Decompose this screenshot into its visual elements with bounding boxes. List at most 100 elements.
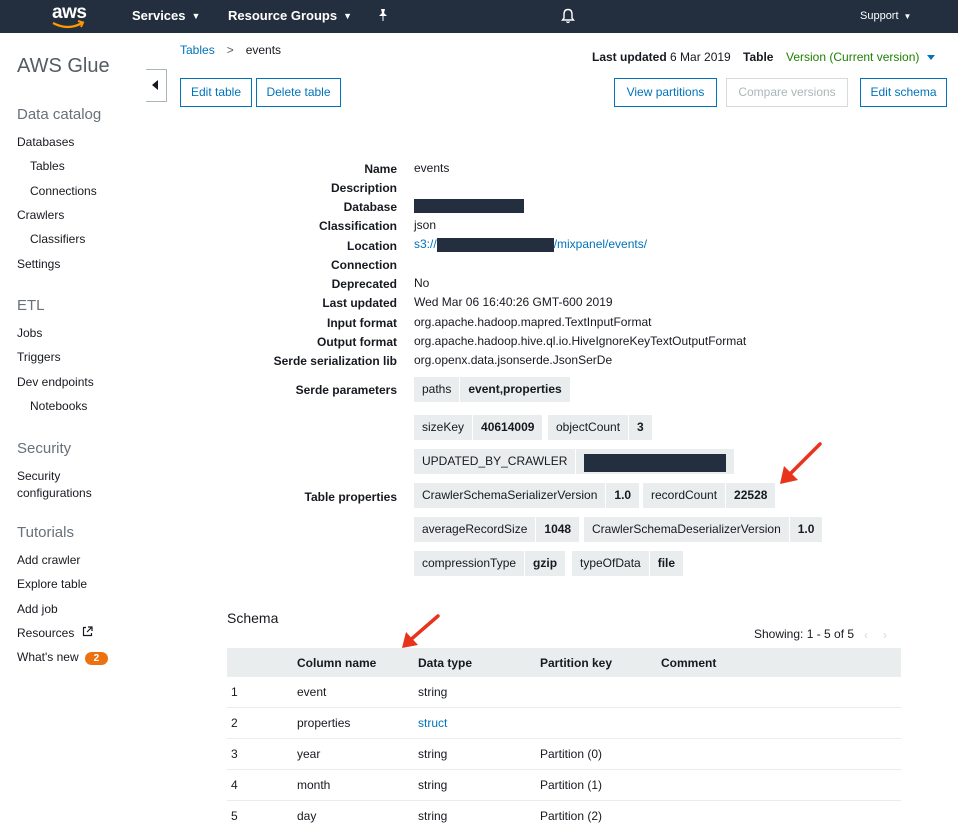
row-number: 5 xyxy=(231,809,238,823)
resource-groups-label: Resource Groups xyxy=(228,8,338,23)
location-suffix: /mixpanel/events/ xyxy=(553,237,648,251)
row-number: 1 xyxy=(231,685,238,699)
sidebar-item-add-job[interactable]: Add job xyxy=(17,602,58,616)
chip-value-redacted xyxy=(575,449,734,474)
column-header[interactable]: Data type xyxy=(418,656,472,670)
edit-schema-button[interactable]: Edit schema xyxy=(860,78,947,107)
chevron-left-icon[interactable]: ‹ xyxy=(864,628,868,642)
detail-value-deprecated: No xyxy=(414,276,430,290)
edit-table-button[interactable]: Edit table xyxy=(180,78,252,107)
delete-table-button[interactable]: Delete table xyxy=(256,78,341,107)
row-number: 4 xyxy=(231,778,238,792)
aws-logo[interactable]: aws xyxy=(52,2,87,30)
cell-partition-key: Partition (0) xyxy=(540,747,603,761)
detail-value-classification: json xyxy=(414,218,437,232)
breadcrumb-tables-link[interactable]: Tables xyxy=(180,43,215,57)
table-prop-chip: CrawlerSchemaSerializerVersion 1.0 xyxy=(414,483,640,508)
detail-value-name: events xyxy=(414,161,450,175)
detail-label: Last updated xyxy=(322,296,397,310)
column-header[interactable]: Partition key xyxy=(540,656,612,670)
resource-groups-menu[interactable]: Resource Groups ▼ xyxy=(228,8,352,23)
section-tutorials: Tutorials xyxy=(17,524,74,541)
detail-label: Serde serialization lib xyxy=(273,354,397,368)
detail-label: Table properties xyxy=(304,490,397,504)
section-etl: ETL xyxy=(17,297,45,314)
sidebar-item-label: Resources xyxy=(17,626,75,640)
sidebar-item-add-crawler[interactable]: Add crawler xyxy=(17,553,80,567)
aws-smile-icon xyxy=(52,20,85,29)
sidebar-item-explore-table[interactable]: Explore table xyxy=(17,577,87,591)
sidebar-item-security-configurations[interactable]: Security configurations xyxy=(17,469,92,500)
version-dropdown[interactable]: Version (Current version) xyxy=(786,50,936,64)
table-row: 2 properties struct xyxy=(227,708,901,739)
chip-value: 1.0 xyxy=(605,483,639,508)
cell-column-name: day xyxy=(297,809,317,823)
sidebar-item-label: configurations xyxy=(17,486,92,500)
detail-value-serde-lib: org.openx.data.jsonserde.JsonSerDe xyxy=(414,353,613,367)
chip-value: 1.0 xyxy=(788,517,823,542)
table-row: 1 event string xyxy=(227,677,901,708)
pagination-summary: Showing: 1 - 5 of 5 xyxy=(754,627,855,641)
external-link-icon xyxy=(82,626,93,637)
chip-key: paths xyxy=(422,382,452,396)
service-title: AWS Glue xyxy=(17,55,110,77)
detail-value-location-link[interactable]: s3:// /mixpanel/events/ xyxy=(414,237,647,252)
table-prop-chip: averageRecordSize 1048 xyxy=(414,517,580,542)
bell-icon[interactable] xyxy=(561,8,575,27)
sidebar-item-resources[interactable]: Resources xyxy=(17,626,93,640)
cell-column-name: event xyxy=(297,685,327,699)
chip-key: UPDATED_BY_CRAWLER xyxy=(422,454,568,468)
sidebar-item-connections[interactable]: Connections xyxy=(30,184,97,198)
sidebar: AWS Glue Data catalog Databases Tables C… xyxy=(0,33,145,832)
cell-data-type: string xyxy=(418,685,448,699)
services-label: Services xyxy=(132,8,186,23)
table-row: 4 month string Partition (1) xyxy=(227,770,901,801)
cell-data-type: string xyxy=(418,747,448,761)
section-security: Security xyxy=(17,440,72,457)
chip-value: 40614009 xyxy=(472,415,542,440)
sidebar-item-settings[interactable]: Settings xyxy=(17,257,60,271)
sidebar-item-whats-new[interactable]: What's new 2 xyxy=(17,650,109,665)
last-updated-value: 6 Mar 2019 xyxy=(670,50,731,64)
chip-key: CrawlerSchemaSerializerVersion xyxy=(422,488,598,502)
breadcrumb-separator: > xyxy=(226,43,234,57)
sidebar-item-databases[interactable]: Databases xyxy=(17,135,74,149)
cell-column-name: properties xyxy=(297,716,351,730)
detail-value-input-format: org.apache.hadoop.mapred.TextInputFormat xyxy=(414,315,652,329)
pin-icon[interactable] xyxy=(377,8,389,25)
sidebar-item-dev-endpoints[interactable]: Dev endpoints xyxy=(17,375,94,389)
cell-data-type-link[interactable]: struct xyxy=(418,716,447,730)
support-menu[interactable]: Support ▼ xyxy=(860,10,911,22)
column-header[interactable]: Comment xyxy=(661,656,716,670)
sidebar-item-classifiers[interactable]: Classifiers xyxy=(30,232,85,246)
cell-column-name: year xyxy=(297,747,321,761)
last-updated-label: Last updated xyxy=(592,50,667,64)
detail-label: Serde parameters xyxy=(295,383,397,397)
compare-versions-button[interactable]: Compare versions xyxy=(726,78,848,107)
detail-value-last-updated: Wed Mar 06 16:40:26 GMT-600 2019 xyxy=(414,295,613,309)
sidebar-item-jobs[interactable]: Jobs xyxy=(17,326,42,340)
sidebar-item-notebooks[interactable]: Notebooks xyxy=(30,399,87,413)
annotation-arrow-icon xyxy=(780,442,822,484)
table-row: 5 day string Partition (2) xyxy=(227,801,901,832)
chip-value: 1048 xyxy=(535,517,579,542)
chevron-down-icon: ▼ xyxy=(903,12,912,21)
chevron-right-icon[interactable]: › xyxy=(883,628,887,642)
view-partitions-button[interactable]: View partitions xyxy=(614,78,717,107)
services-menu[interactable]: Services ▼ xyxy=(132,8,200,23)
collapse-sidebar-button[interactable] xyxy=(146,69,167,102)
sidebar-item-tables[interactable]: Tables xyxy=(30,159,65,173)
sidebar-item-triggers[interactable]: Triggers xyxy=(17,350,61,364)
table-prop-chip: objectCount 3 xyxy=(548,415,652,440)
annotation-arrow-icon xyxy=(402,614,440,648)
schema-table-header: Column name Data type Partition key Comm… xyxy=(227,648,901,677)
detail-label: Classification xyxy=(318,219,397,233)
row-number: 2 xyxy=(231,716,238,730)
serde-param-chip: paths event,properties xyxy=(414,377,570,402)
sidebar-item-crawlers[interactable]: Crawlers xyxy=(17,208,64,222)
top-navigation-bar: aws Services ▼ Resource Groups ▼ Support ▼ xyxy=(0,0,958,33)
sidebar-item-label: What's new xyxy=(17,650,79,664)
chip-key: averageRecordSize xyxy=(422,522,528,536)
table-prop-chip: typeOfData file xyxy=(572,551,684,576)
column-header[interactable]: Column name xyxy=(297,656,376,670)
